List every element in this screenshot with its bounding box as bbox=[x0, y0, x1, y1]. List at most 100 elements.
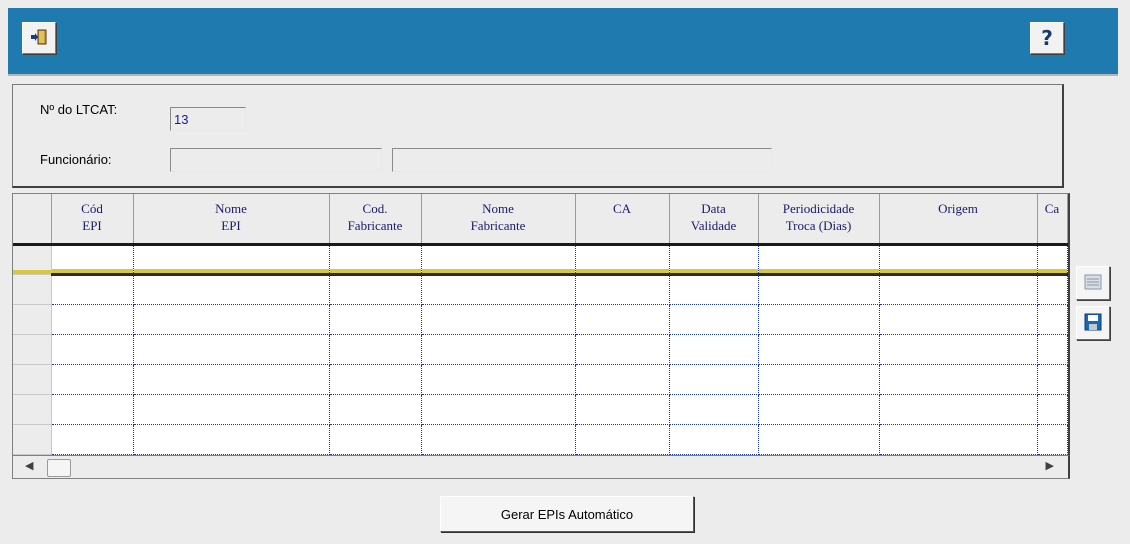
row-indicator[interactable] bbox=[13, 274, 52, 305]
scroll-thumb[interactable] bbox=[47, 459, 71, 477]
table-row[interactable] bbox=[13, 364, 1068, 395]
exit-button[interactable] bbox=[22, 22, 56, 54]
grid-cell[interactable] bbox=[329, 424, 422, 455]
grid-cell[interactable] bbox=[421, 364, 576, 395]
column-header[interactable]: Nome Fabricante bbox=[421, 194, 576, 246]
grid-cell[interactable] bbox=[329, 364, 422, 395]
grid-cell[interactable] bbox=[879, 424, 1038, 455]
grid-cell[interactable] bbox=[421, 334, 576, 365]
funcionario-code-field[interactable] bbox=[170, 148, 382, 172]
grid-cell[interactable] bbox=[758, 244, 880, 276]
grid-cell[interactable] bbox=[133, 304, 330, 335]
grid-cell[interactable] bbox=[758, 334, 880, 365]
table-row[interactable] bbox=[13, 394, 1068, 425]
save-button[interactable] bbox=[1076, 306, 1110, 340]
grid-cell[interactable] bbox=[421, 424, 576, 455]
grid-cell[interactable] bbox=[421, 304, 576, 335]
grid-cell[interactable] bbox=[421, 244, 576, 276]
grid-cell[interactable] bbox=[329, 274, 422, 305]
funcionario-name-field[interactable] bbox=[392, 148, 772, 172]
scroll-left-icon[interactable]: ◀ bbox=[25, 459, 33, 472]
column-header[interactable]: Ca bbox=[1037, 194, 1068, 246]
grid-cell[interactable] bbox=[879, 304, 1038, 335]
grid-cell[interactable] bbox=[575, 304, 670, 335]
grid-cell[interactable] bbox=[133, 364, 330, 395]
help-button[interactable]: ? bbox=[1030, 22, 1064, 54]
grid-cell[interactable] bbox=[758, 394, 880, 425]
grid-cell[interactable] bbox=[758, 424, 880, 455]
grid-cell[interactable] bbox=[51, 244, 134, 276]
column-header[interactable]: Cod. Fabricante bbox=[329, 194, 422, 246]
grid-cell[interactable] bbox=[879, 364, 1038, 395]
table-row[interactable] bbox=[13, 424, 1068, 455]
list-button[interactable] bbox=[1076, 266, 1110, 300]
row-indicator[interactable] bbox=[13, 364, 52, 395]
grid-cell[interactable] bbox=[758, 274, 880, 305]
grid-cell[interactable] bbox=[669, 274, 759, 305]
grid-cell[interactable] bbox=[133, 274, 330, 305]
grid-cell[interactable] bbox=[421, 394, 576, 425]
column-header[interactable]: Origem bbox=[879, 194, 1038, 246]
grid-cell[interactable] bbox=[51, 424, 134, 455]
column-header[interactable]: Data Validade bbox=[669, 194, 759, 246]
horizontal-scrollbar[interactable]: ◀ ▶ bbox=[12, 455, 1070, 479]
table-row[interactable] bbox=[13, 334, 1068, 365]
grid-cell[interactable] bbox=[1037, 304, 1068, 335]
row-indicator[interactable] bbox=[13, 394, 52, 425]
grid-cell[interactable] bbox=[879, 274, 1038, 305]
generate-epis-button[interactable]: Gerar EPIs Automático bbox=[440, 496, 694, 532]
grid-cell[interactable] bbox=[1037, 244, 1068, 276]
grid-cell[interactable] bbox=[329, 394, 422, 425]
row-indicator[interactable] bbox=[13, 334, 52, 365]
grid-cell[interactable] bbox=[133, 244, 330, 276]
grid-cell[interactable] bbox=[1037, 334, 1068, 365]
grid-cell[interactable] bbox=[51, 304, 134, 335]
grid-cell[interactable] bbox=[879, 244, 1038, 276]
column-header[interactable]: CA bbox=[575, 194, 670, 246]
epi-grid[interactable]: Cód EPI Nome EPI Cod. Fabricante Nome Fabricant… bbox=[12, 193, 1070, 461]
grid-cell[interactable] bbox=[758, 304, 880, 335]
grid-cell[interactable] bbox=[575, 334, 670, 365]
scroll-right-icon[interactable]: ▶ bbox=[1046, 459, 1054, 472]
grid-cell[interactable] bbox=[575, 274, 670, 305]
grid-cell[interactable] bbox=[575, 364, 670, 395]
ltcat-number-field[interactable]: 13 bbox=[170, 107, 246, 131]
grid-cell[interactable] bbox=[51, 394, 134, 425]
row-indicator[interactable] bbox=[13, 424, 52, 455]
grid-cell[interactable] bbox=[669, 424, 759, 455]
grid-cell[interactable] bbox=[669, 364, 759, 395]
grid-cell[interactable] bbox=[669, 334, 759, 365]
grid-cell[interactable] bbox=[51, 334, 134, 365]
grid-cell[interactable] bbox=[1037, 424, 1068, 455]
grid-cell[interactable] bbox=[51, 274, 134, 305]
grid-cell[interactable] bbox=[669, 244, 759, 276]
row-indicator[interactable] bbox=[13, 304, 52, 335]
grid-cell[interactable] bbox=[575, 394, 670, 425]
column-header[interactable]: Nome EPI bbox=[133, 194, 330, 246]
grid-cell[interactable] bbox=[329, 334, 422, 365]
grid-cell[interactable] bbox=[329, 244, 422, 276]
grid-cell[interactable] bbox=[133, 334, 330, 365]
grid-cell[interactable] bbox=[758, 364, 880, 395]
grid-cell[interactable] bbox=[133, 394, 330, 425]
table-row[interactable] bbox=[13, 304, 1068, 335]
table-row[interactable] bbox=[13, 244, 1068, 276]
table-row[interactable] bbox=[13, 274, 1068, 305]
grid-cell[interactable] bbox=[575, 244, 670, 276]
row-indicator[interactable] bbox=[13, 244, 52, 275]
grid-cell[interactable] bbox=[669, 304, 759, 335]
column-header[interactable]: Periodicidade Troca (Dias) bbox=[758, 194, 880, 246]
row-indicator-header bbox=[13, 194, 52, 246]
grid-cell[interactable] bbox=[329, 304, 422, 335]
grid-cell[interactable] bbox=[669, 394, 759, 425]
grid-cell[interactable] bbox=[879, 394, 1038, 425]
grid-cell[interactable] bbox=[133, 424, 330, 455]
grid-cell[interactable] bbox=[421, 274, 576, 305]
grid-cell[interactable] bbox=[575, 424, 670, 455]
grid-cell[interactable] bbox=[879, 334, 1038, 365]
grid-cell[interactable] bbox=[1037, 394, 1068, 425]
grid-cell[interactable] bbox=[51, 364, 134, 395]
grid-cell[interactable] bbox=[1037, 274, 1068, 305]
column-header[interactable]: Cód EPI bbox=[51, 194, 134, 246]
grid-cell[interactable] bbox=[1037, 364, 1068, 395]
